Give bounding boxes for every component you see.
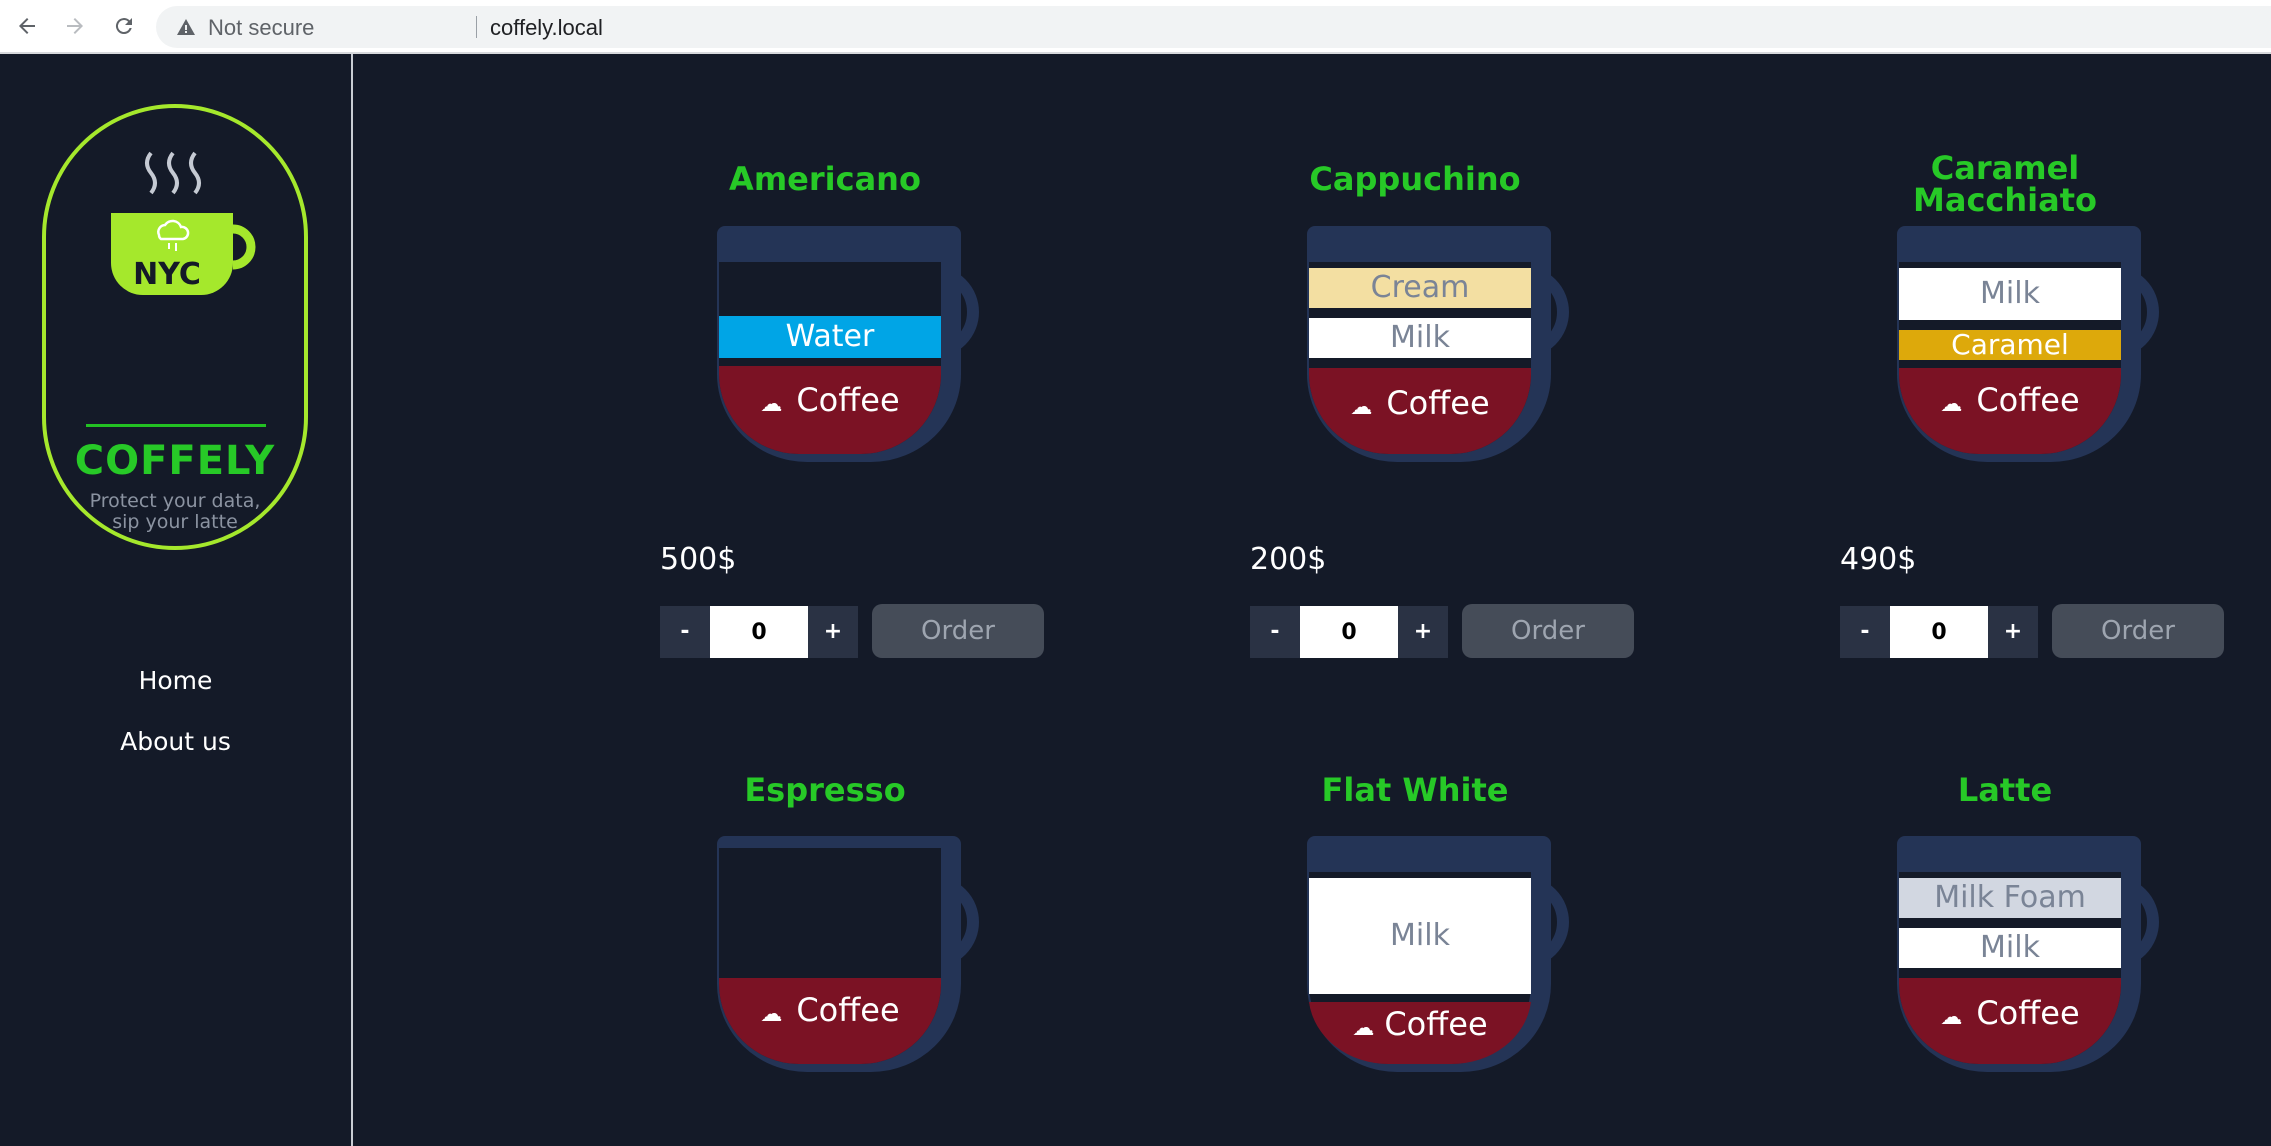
layer-label-water: Water — [785, 319, 875, 354]
cloud-icon: ☁ — [760, 1002, 783, 1027]
cup-illustration: Water ☁ Coffee — [703, 222, 1123, 492]
sidebar-menu: Home About us — [0, 650, 351, 772]
sidebar-item-about-us[interactable]: About us — [0, 711, 351, 772]
cloud-icon: ☁ — [1940, 392, 1963, 417]
layer-label-milk: Milk — [1390, 918, 1450, 953]
decrement-button[interactable]: - — [660, 606, 710, 658]
title-line-2: Macchiato — [1913, 181, 2097, 219]
decrement-button[interactable]: - — [1840, 606, 1890, 658]
increment-button[interactable]: + — [1398, 606, 1448, 658]
decrement-button[interactable]: - — [1250, 606, 1300, 658]
cup-illustration: Milk Foam Milk ☁ Coffee — [1883, 832, 2271, 1102]
back-arrow-icon[interactable] — [13, 12, 41, 40]
layer-label-milk: Milk — [1980, 276, 2040, 311]
brand-badge: NYC COFFELY Protect your data, sip your … — [42, 104, 308, 550]
product-title: Espresso — [744, 771, 906, 809]
product-title: Latte — [1957, 771, 2053, 809]
cloud-icon: ☁ — [1352, 1016, 1375, 1041]
layer-label-cream: Cream — [1370, 270, 1470, 305]
product-price: 200$ — [1250, 542, 1327, 577]
browser-toolbar: Not secure coffely.local — [0, 0, 2271, 54]
tagline-line-1: Protect your data, — [89, 490, 261, 512]
logo-text: NYC — [133, 257, 201, 292]
coffee-cup-logo-icon — [111, 151, 256, 295]
cup-illustration: Cream Milk ☁ Coffee — [1293, 222, 1713, 492]
layer-label-coffee: ☁ Coffee — [760, 991, 900, 1029]
cloud-icon: ☁ — [1350, 395, 1373, 420]
increment-button[interactable]: + — [808, 606, 858, 658]
tagline-line-2: sip your latte — [112, 511, 238, 533]
sidebar-item-home[interactable]: Home — [0, 650, 351, 711]
cup-illustration: ☁ Coffee — [703, 832, 1123, 1102]
security-status: Not secure — [208, 15, 315, 40]
product-title: Caramel Macchiato — [1795, 152, 2215, 216]
address-bar[interactable]: Not secure coffely.local — [156, 6, 2271, 48]
layer-label-coffee: ☁ Coffee — [760, 381, 900, 419]
layer-label-coffee: ☁ Coffee — [1940, 381, 2080, 419]
quantity-input[interactable] — [710, 606, 808, 658]
order-button[interactable]: Order — [872, 604, 1044, 658]
product-title: Flat White — [1321, 771, 1509, 809]
layer-label-coffee: ☁ Coffee — [1940, 994, 2080, 1032]
reload-icon[interactable] — [110, 12, 138, 40]
layer-label-coffee: ☁ Coffee — [1352, 1005, 1488, 1043]
cup-illustration: Milk Caramel ☁ Coffee — [1883, 222, 2271, 492]
cloud-icon: ☁ — [760, 392, 783, 417]
brand-tagline: Protect your data, sip your latte — [46, 491, 304, 533]
increment-button[interactable]: + — [1988, 606, 2038, 658]
brand-name: COFFELY — [74, 438, 276, 484]
address-separator — [476, 16, 477, 38]
url-text[interactable]: coffely.local — [490, 15, 603, 41]
product-title: Americano — [729, 160, 921, 198]
order-button[interactable]: Order — [1462, 604, 1634, 658]
quantity-input[interactable] — [1300, 606, 1398, 658]
layer-label-milk-foam: Milk Foam — [1934, 880, 2086, 915]
cloud-icon: ☁ — [1940, 1005, 1963, 1030]
product-price: 490$ — [1840, 542, 1917, 577]
brand-divider — [86, 424, 266, 427]
sidebar: NYC COFFELY Protect your data, sip your … — [0, 54, 353, 1146]
title-line-1: Caramel — [1930, 149, 2080, 187]
layer-label-milk: Milk — [1980, 930, 2040, 965]
forward-arrow-icon[interactable] — [61, 12, 89, 40]
quantity-input[interactable] — [1890, 606, 1988, 658]
warning-icon — [177, 19, 195, 35]
product-price: 500$ — [660, 542, 737, 577]
layer-label-coffee: ☁ Coffee — [1350, 384, 1490, 422]
layer-label-caramel: Caramel — [1951, 328, 2069, 361]
layer-label-milk: Milk — [1390, 320, 1450, 355]
product-title: Cappuchino — [1309, 160, 1521, 198]
cup-illustration: Milk ☁ Coffee — [1293, 832, 1713, 1102]
order-button[interactable]: Order — [2052, 604, 2224, 658]
